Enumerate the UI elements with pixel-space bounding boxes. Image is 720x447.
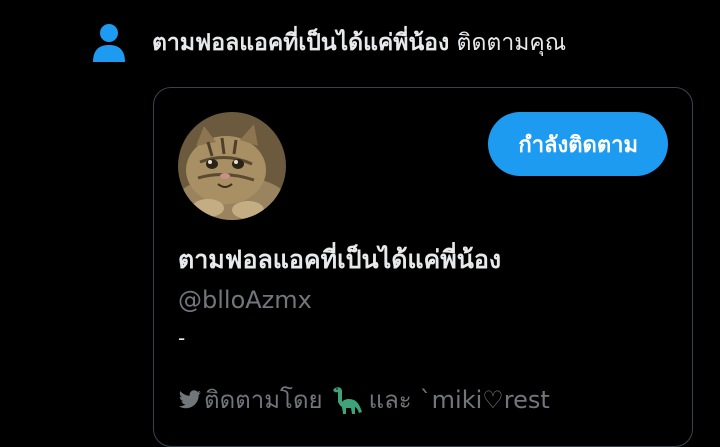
followed-by[interactable]: ติดตามโดย และ `miki♡rest [178,380,550,419]
notification-user-name[interactable]: ตามฟอลแอคที่เป็นได้แค่พี่น้อง [152,30,449,56]
user-card[interactable]: กำลังติดตาม ตามฟอลแอคที่เป็นได้แค่พี่น้อ… [153,87,693,447]
dinosaur-icon [332,386,362,414]
user-bio: - [178,326,186,350]
followed-by-other-user[interactable]: `miki♡rest [420,386,550,414]
person-icon [93,24,125,62]
follow-notification[interactable]: ตามฟอลแอคที่เป็นได้แค่พี่น้อง ติดตามคุณ [92,22,566,64]
bird-icon [179,389,201,408]
followed-by-prefix: ติดตามโดย [204,386,323,414]
following-button[interactable]: กำลังติดตาม [488,112,668,176]
followed-by-conjunction: และ [368,386,412,414]
crying-cat-avatar[interactable] [178,112,286,220]
notification-text: ตามฟอลแอคที่เป็นได้แค่พี่น้อง ติดตามคุณ [152,25,566,61]
notification-action: ติดตามคุณ [456,30,567,56]
display-name[interactable]: ตามฟอลแอคที่เป็นได้แค่พี่น้อง [178,240,501,280]
user-handle: @blloAzmx [178,286,312,314]
